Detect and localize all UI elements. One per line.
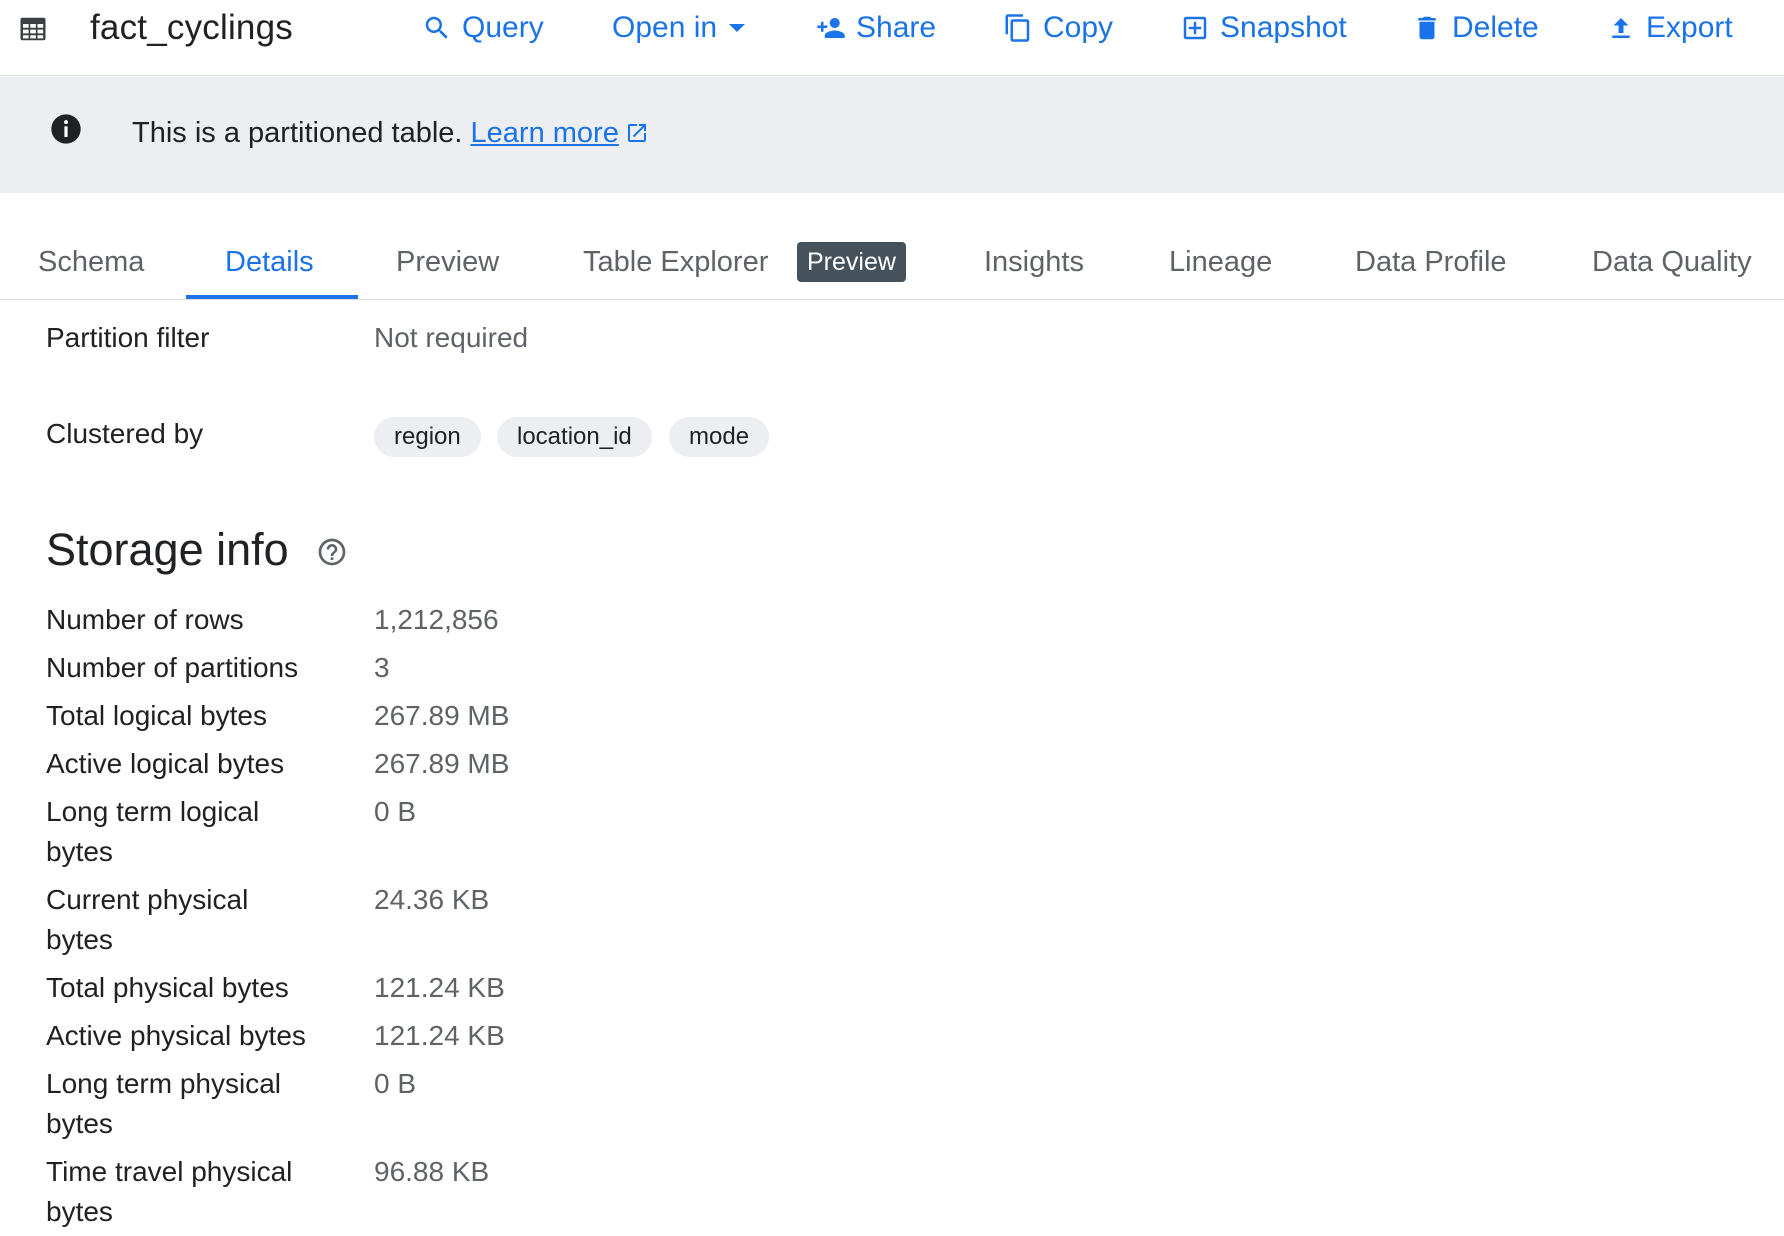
banner-message: This is a partitioned table. Learn more [132,117,649,150]
storage-label-rows: Number of rows [46,604,244,635]
copy-icon [1005,14,1030,42]
storage-label-total-logical: Total logical bytes [46,700,268,731]
storage-value-long-term-logical: 0 B [374,796,417,827]
query-button[interactable]: Query [422,8,544,48]
toolbar: fact_cyclings Query Open in Share Copy S… [0,0,1784,76]
storage-value-total-logical: 267.89 MB [374,700,510,731]
storage-label-total-physical: Total physical bytes [46,972,289,1003]
learn-more-link[interactable]: Learn more [471,117,619,149]
storage-label-active-physical: Active physical bytes [46,1020,306,1051]
storage-value-long-term-physical: 0 B [374,1068,417,1099]
person-add-icon [817,18,845,38]
preview-badge: Preview [797,242,906,282]
open-in-button[interactable]: Open in [612,8,746,48]
storage-label-partitions: Number of partitions [46,652,299,683]
partition-filter-value: Not required [374,322,529,353]
active-tab-indicator [186,295,358,299]
trash-icon [1418,16,1436,40]
storage-label-active-logical: Active logical bytes [46,748,285,779]
share-label: Share [856,11,937,44]
table-title: fact_cyclings [90,8,293,47]
snapshot-icon [1183,16,1207,40]
storage-value-time-travel-physical: 96.88 KB [374,1156,490,1187]
storage-value-current-physical: 24.36 KB [374,884,490,915]
storage-label-current-physical: Current physical bytes [46,884,249,955]
snapshot-label: Snapshot [1220,11,1347,44]
banner-text: This is a partitioned table. [132,117,463,149]
tab-details[interactable]: Details [225,238,314,299]
search-icon [425,16,448,39]
share-button[interactable]: Share [816,8,936,48]
cluster-chip-location-id: location_id [497,417,652,457]
cluster-chip-mode: mode [669,417,770,457]
storage-value-rows: 1,212,856 [374,604,499,635]
copy-label: Copy [1043,11,1114,44]
tab-preview[interactable]: Preview [396,238,499,299]
delete-label: Delete [1452,11,1539,44]
open-in-label: Open in [612,11,718,44]
storage-value-total-physical: 121.24 KB [374,972,505,1003]
storage-label-long-term-logical: Long term logical bytes [46,796,260,867]
table-icon [20,17,46,41]
export-button[interactable]: Export [1606,8,1733,48]
caret-down-icon [729,24,746,32]
export-label: Export [1646,11,1733,44]
tab-schema[interactable]: Schema [38,238,144,299]
storage-label-long-term-physical: Long term physical bytes [46,1068,282,1139]
help-icon[interactable] [316,536,348,568]
query-label: Query [462,11,544,44]
cluster-chip-region: region [374,417,481,457]
upload-icon [1612,18,1630,38]
storage-info-heading: Storage info [46,524,289,575]
tab-data-quality[interactable]: Data Quality [1592,238,1752,299]
storage-value-partitions: 3 [374,652,390,683]
copy-button[interactable]: Copy [1003,8,1113,48]
tab-table-explorer[interactable]: Table Explorer [583,238,768,299]
storage-value-active-logical: 267.89 MB [374,748,510,779]
storage-label-time-travel-physical: Time travel physical bytes [46,1156,293,1227]
info-icon [51,114,81,144]
storage-value-active-physical: 121.24 KB [374,1020,505,1051]
delete-button[interactable]: Delete [1412,8,1539,48]
snapshot-button[interactable]: Snapshot [1180,8,1347,48]
partition-info-banner: This is a partitioned table. Learn more [0,77,1784,193]
external-link-icon[interactable] [625,121,649,145]
tab-insights[interactable]: Insights [984,238,1084,299]
clustered-by-label: Clustered by [46,418,204,449]
tab-lineage[interactable]: Lineage [1169,238,1272,299]
partition-filter-label: Partition filter [46,322,210,353]
tab-data-profile[interactable]: Data Profile [1355,238,1507,299]
